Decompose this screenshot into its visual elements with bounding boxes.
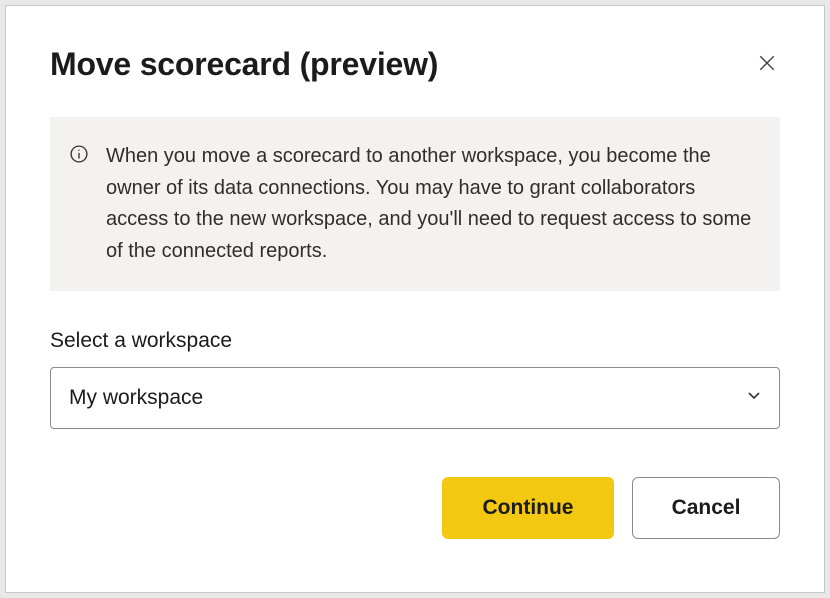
workspace-select[interactable]: My workspace [50,367,780,429]
close-button[interactable] [754,50,780,79]
cancel-button[interactable]: Cancel [632,477,780,539]
continue-button[interactable]: Continue [442,477,614,539]
button-row: Continue Cancel [50,477,780,539]
workspace-selected-value: My workspace [69,386,203,410]
info-text: When you move a scorecard to another wor… [106,141,752,267]
close-icon [758,54,776,75]
workspace-label: Select a workspace [50,329,780,353]
move-scorecard-dialog: Move scorecard (preview) When you move a… [5,5,825,593]
dialog-header: Move scorecard (preview) [50,46,780,83]
workspace-select-wrapper: My workspace [50,367,780,429]
dialog-title: Move scorecard (preview) [50,46,438,83]
info-icon [70,145,88,168]
info-banner: When you move a scorecard to another wor… [50,117,780,291]
